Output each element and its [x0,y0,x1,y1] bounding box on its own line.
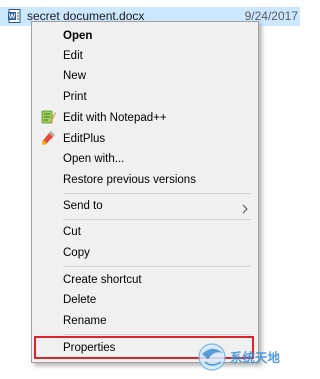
menu-item-new[interactable]: New [63,69,86,83]
menu-item-properties[interactable]: Properties [63,341,115,355]
menu-item-edit[interactable]: Edit [63,49,83,63]
menu-item-send-to[interactable]: Send to [63,199,103,213]
menu-separator [63,334,251,335]
svg-text:W: W [9,14,16,21]
menu-item-restore-previous-versions[interactable]: Restore previous versions [63,173,196,187]
menu-item-copy[interactable]: Copy [63,246,90,260]
menu-item-cut[interactable]: Cut [63,225,81,239]
watermark-text: 系统天地 [230,350,281,365]
menu-separator [63,219,251,220]
menu-item-delete[interactable]: Delete [63,293,96,307]
menu-item-print[interactable]: Print [63,90,87,104]
menu-item-editplus[interactable]: EditPlus [63,132,105,146]
menu-separator [63,193,251,194]
notepad-plus-plus-icon [40,109,56,125]
word-document-icon: W [8,9,22,23]
menu-item-open-with[interactable]: Open with... [63,152,124,166]
editplus-icon [40,130,56,146]
menu-item-open[interactable]: Open [63,29,92,43]
menu-separator [63,266,251,267]
menu-item-rename[interactable]: Rename [63,314,106,328]
context-menu: Open Edit New Print Edit with Notepad++ … [31,21,259,363]
site-watermark-logo: 系统天地 [196,340,300,374]
menu-item-edit-with-notepad[interactable]: Edit with Notepad++ [63,111,167,125]
menu-item-create-shortcut[interactable]: Create shortcut [63,273,142,287]
submenu-arrow-icon [242,201,248,214]
